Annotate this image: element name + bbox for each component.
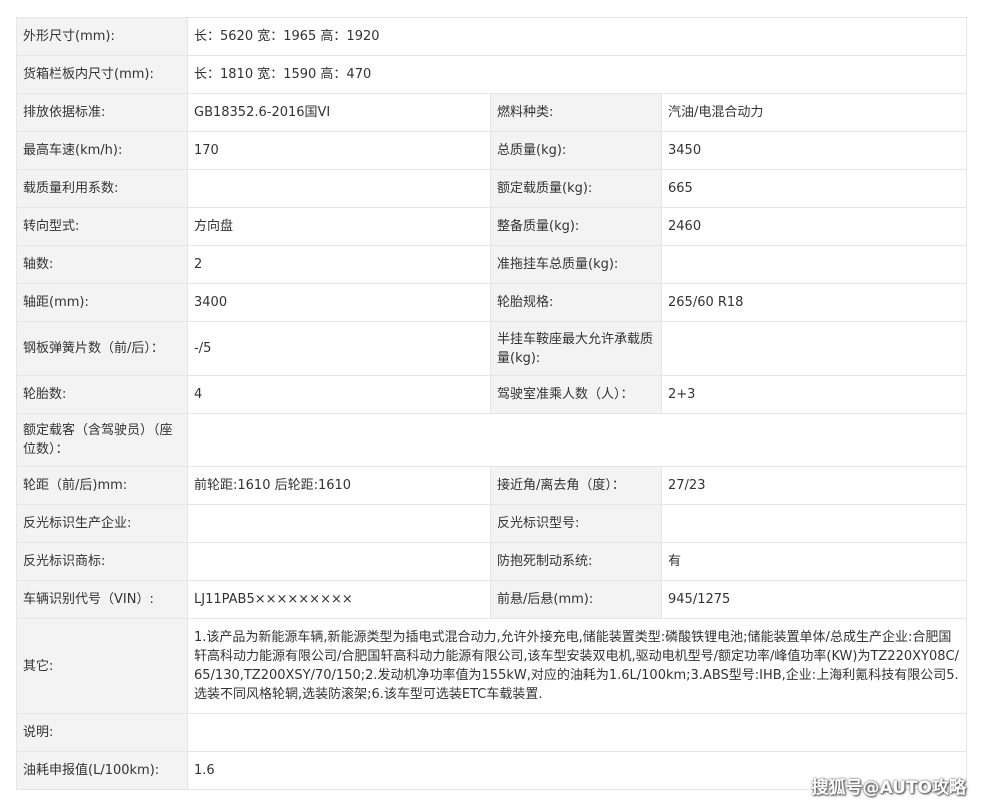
row-value: 3450 — [660, 131, 968, 170]
row-label: 排放依据标准: — [16, 93, 188, 132]
row-value: 长：5620 宽：1965 高：1920 — [186, 17, 968, 56]
row-label: 货箱栏板内尺寸(mm): — [16, 55, 188, 94]
table-row: 外形尺寸(mm): 长：5620 宽：1965 高：1920 — [16, 17, 968, 56]
row-value: 有 — [660, 542, 968, 581]
row-value: 方向盘 — [187, 207, 491, 246]
row-value: 3400 — [187, 283, 491, 322]
row-label: 接近角/离去角（度）： — [490, 466, 662, 505]
table-row: 轴数: 2 准拖挂车总质量(kg): — [16, 245, 968, 284]
row-label: 反光标识型号: — [490, 504, 662, 543]
row-label: 轴数: — [16, 245, 188, 284]
row-label: 反光标识生产企业: — [16, 504, 188, 543]
row-value — [187, 504, 491, 543]
row-label: 最高车速(km/h): — [16, 131, 188, 170]
row-value — [186, 713, 968, 752]
row-label: 防抱死制动系统: — [490, 542, 662, 581]
table-row: 额定载客（含驾驶员）（座位数）： — [16, 413, 968, 467]
row-value: 2460 — [660, 207, 968, 246]
row-label: 半挂车鞍座最大允许承载质量(kg): — [490, 321, 662, 376]
table-row: 最高车速(km/h): 170 总质量(kg): 3450 — [16, 131, 968, 170]
row-value — [187, 169, 491, 208]
spec-table: 外形尺寸(mm): 长：5620 宽：1965 高：1920 货箱栏板内尺寸(m… — [16, 17, 968, 790]
table-row: 货箱栏板内尺寸(mm): 长：1810 宽：1590 高：470 — [16, 55, 968, 94]
row-value: 2 — [187, 245, 491, 284]
row-value: 汽油/电混合动力 — [660, 93, 968, 132]
row-value: 265/60 R18 — [660, 283, 968, 322]
row-label: 转向型式: — [16, 207, 188, 246]
table-row: 车辆识别代号（VIN）: LJ11PAB5××××××××× 前悬/后悬(mm)… — [16, 580, 968, 619]
row-label: 外形尺寸(mm): — [16, 17, 188, 56]
row-value: 665 — [660, 169, 968, 208]
row-value — [660, 504, 968, 543]
row-label: 额定载质量(kg): — [490, 169, 662, 208]
table-row: 轮胎数: 4 驾驶室准乘人数（人）： 2+3 — [16, 375, 968, 414]
row-label: 其它: — [16, 618, 188, 714]
table-row: 轴距(mm): 3400 轮胎规格: 265/60 R18 — [16, 283, 968, 322]
row-label: 轴距(mm): — [16, 283, 188, 322]
row-label: 反光标识商标: — [16, 542, 188, 581]
row-label: 说明: — [16, 713, 188, 752]
table-row: 钢板弹簧片数（前/后）： -/5 半挂车鞍座最大允许承载质量(kg): — [16, 321, 968, 376]
row-value — [187, 542, 491, 581]
row-label: 额定载客（含驾驶员）（座位数）： — [16, 413, 188, 467]
row-label: 载质量利用系数: — [16, 169, 188, 208]
row-label: 燃料种类: — [490, 93, 662, 132]
row-value: 前轮距:1610 后轮距:1610 — [187, 466, 491, 505]
row-value: 2+3 — [660, 375, 968, 414]
table-row: 反光标识生产企业: 反光标识型号: — [16, 504, 968, 543]
row-label: 驾驶室准乘人数（人）： — [490, 375, 662, 414]
table-row: 说明: — [16, 713, 968, 752]
table-row: 排放依据标准: GB18352.6-2016国VI 燃料种类: 汽油/电混合动力 — [16, 93, 968, 132]
row-value: LJ11PAB5××××××××× — [187, 580, 491, 619]
row-value: 27/23 — [660, 466, 968, 505]
row-value: 4 — [187, 375, 491, 414]
row-label: 前悬/后悬(mm): — [490, 580, 662, 619]
row-label: 轮胎数: — [16, 375, 188, 414]
row-value: -/5 — [187, 321, 491, 376]
row-value: 长：1810 宽：1590 高：470 — [186, 55, 968, 94]
row-value: 945/1275 — [660, 580, 968, 619]
row-value — [186, 413, 968, 467]
table-row: 转向型式: 方向盘 整备质量(kg): 2460 — [16, 207, 968, 246]
row-value: GB18352.6-2016国VI — [187, 93, 491, 132]
table-row: 反光标识商标: 防抱死制动系统: 有 — [16, 542, 968, 581]
row-label: 车辆识别代号（VIN）: — [16, 580, 188, 619]
row-label: 轮距（前/后)mm: — [16, 466, 188, 505]
row-label: 油耗申报值(L/100km): — [16, 751, 188, 790]
row-value: 170 — [187, 131, 491, 170]
row-value — [660, 321, 968, 376]
row-label: 整备质量(kg): — [490, 207, 662, 246]
row-label: 轮胎规格: — [490, 283, 662, 322]
table-row: 轮距（前/后)mm: 前轮距:1610 后轮距:1610 接近角/离去角（度）：… — [16, 466, 968, 505]
row-label: 钢板弹簧片数（前/后）： — [16, 321, 188, 376]
row-value — [660, 245, 968, 284]
row-value: 1.该产品为新能源车辆,新能源类型为插电式混合动力,允许外接充电,储能装置类型:… — [186, 618, 968, 714]
table-row: 其它: 1.该产品为新能源车辆,新能源类型为插电式混合动力,允许外接充电,储能装… — [16, 618, 968, 714]
row-label: 准拖挂车总质量(kg): — [490, 245, 662, 284]
row-label: 总质量(kg): — [490, 131, 662, 170]
watermark: 搜狐号@AUTO攻略 — [811, 778, 967, 798]
table-row: 载质量利用系数: 额定载质量(kg): 665 — [16, 169, 968, 208]
